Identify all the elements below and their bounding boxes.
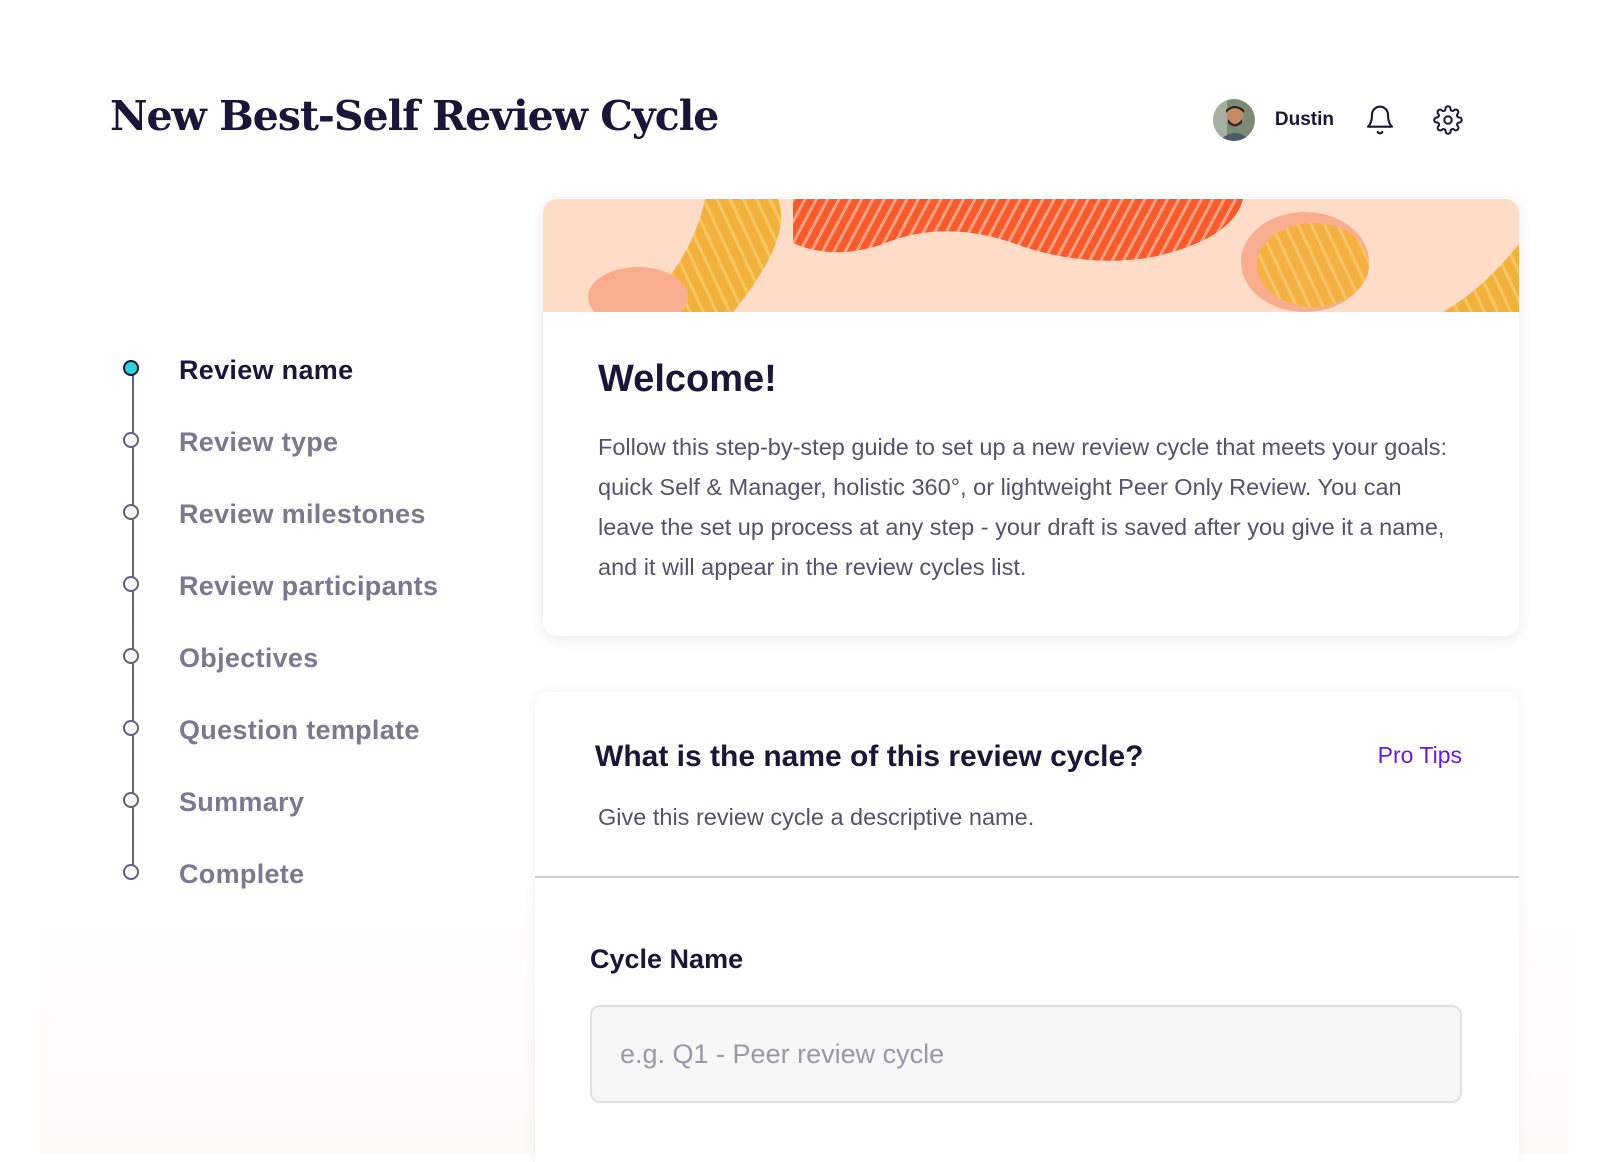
step-question-template[interactable]: Question template [110, 694, 490, 766]
cycle-name-label: Cycle Name [590, 944, 744, 974]
step-label: Review type [179, 426, 339, 457]
step-summary[interactable]: Summary [110, 766, 490, 838]
step-dot-icon [123, 360, 139, 376]
step-review-name[interactable]: Review name [110, 334, 490, 406]
step-dot-icon [123, 648, 139, 664]
step-review-milestones[interactable]: Review milestones [110, 478, 490, 550]
step-label: Objectives [179, 642, 319, 673]
welcome-title: Welcome! [598, 358, 777, 400]
step-label: Review participants [179, 570, 439, 601]
gear-icon[interactable] [1428, 100, 1468, 140]
welcome-card: Welcome! Follow this step-by-step guide … [543, 199, 1519, 636]
step-label: Review name [179, 354, 354, 385]
form-question: What is the name of this review cycle? [595, 740, 1144, 773]
step-dot-icon [123, 864, 139, 880]
step-review-participants[interactable]: Review participants [110, 550, 490, 622]
user-name[interactable]: Dustin [1275, 109, 1334, 131]
step-label: Complete [179, 858, 305, 889]
cycle-name-input[interactable] [590, 1005, 1462, 1103]
step-dot-icon [123, 792, 139, 808]
banner-illustration [543, 199, 1519, 312]
form-hint: Give this review cycle a descriptive nam… [598, 804, 1035, 830]
cycle-name-form: What is the name of this review cycle? P… [535, 692, 1519, 1162]
step-dot-icon [123, 504, 139, 520]
user-area: Dustin [1212, 99, 1468, 141]
avatar[interactable] [1212, 99, 1255, 141]
step-label: Review milestones [179, 498, 426, 529]
step-dot-icon [123, 720, 139, 736]
page-title: New Best-Self Review Cycle [110, 92, 719, 140]
step-objectives[interactable]: Objectives [110, 622, 490, 694]
bell-icon[interactable] [1360, 100, 1400, 140]
step-complete[interactable]: Complete [110, 838, 490, 910]
form-header: What is the name of this review cycle? P… [535, 692, 1519, 878]
step-dot-icon [123, 576, 139, 592]
pro-tips-link[interactable]: Pro Tips [1378, 742, 1462, 769]
step-dot-icon [123, 432, 139, 448]
step-review-type[interactable]: Review type [110, 406, 490, 478]
step-label: Summary [179, 786, 305, 817]
step-label: Question template [179, 714, 420, 745]
welcome-description: Follow this step-by-step guide to set up… [598, 434, 1448, 580]
step-navigator: Review name Review type Review milestone… [110, 334, 490, 910]
